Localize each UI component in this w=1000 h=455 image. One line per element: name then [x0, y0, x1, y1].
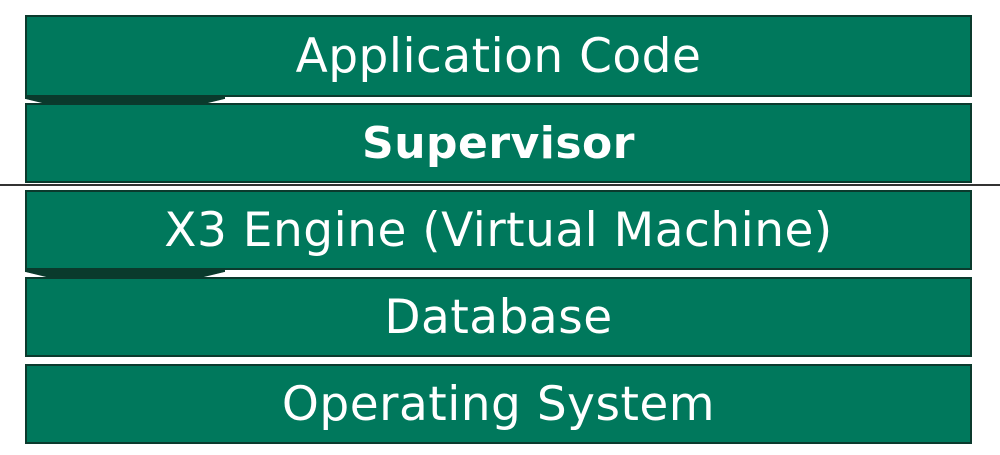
layer-label: Database	[384, 289, 613, 345]
architecture-stack: Application Code Supervisor X3 Engine (V…	[0, 0, 1000, 455]
layer-label: Application Code	[295, 28, 702, 84]
layer-label: Operating System	[281, 376, 716, 432]
layer-database: Database	[25, 277, 972, 357]
layer-operating-system: Operating System	[25, 364, 972, 444]
layer-supervisor: Supervisor	[25, 103, 972, 183]
layer-x3-engine: X3 Engine (Virtual Machine)	[25, 190, 972, 270]
horizontal-divider	[0, 184, 1000, 186]
layer-label: Supervisor	[362, 117, 635, 169]
layer-label: X3 Engine (Virtual Machine)	[164, 202, 833, 258]
layer-application-code: Application Code	[25, 15, 972, 97]
